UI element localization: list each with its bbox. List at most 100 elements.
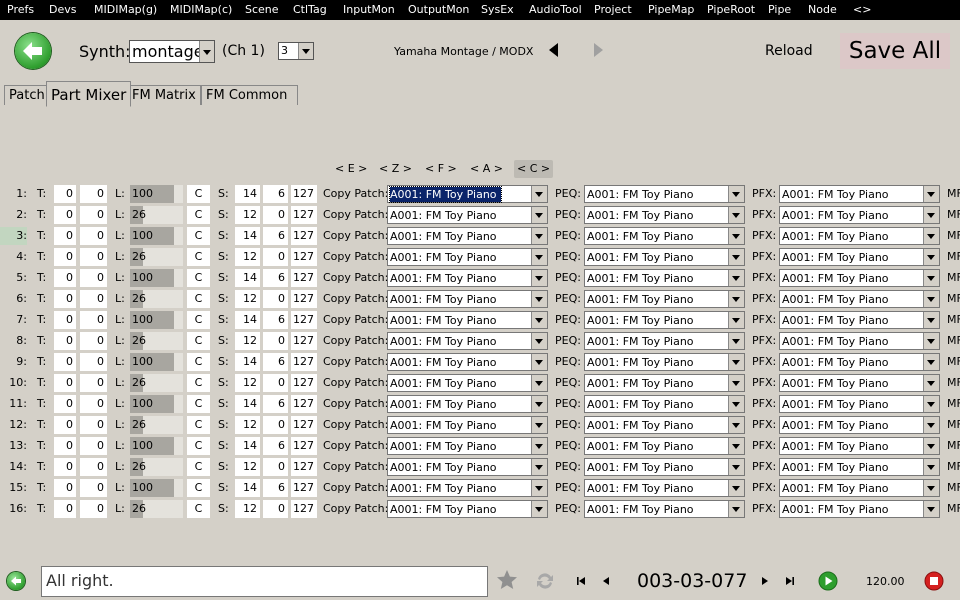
menu-item[interactable]: OutputMon (408, 0, 469, 20)
chevron-down-icon[interactable] (728, 270, 744, 286)
peq-select[interactable]: A001: FM Toy Piano (584, 479, 745, 497)
tune-fine-field[interactable]: 0 (80, 290, 107, 308)
level-slider[interactable]: 100 (130, 269, 183, 287)
skip-first-icon[interactable] (576, 576, 586, 589)
tab-part-mixer[interactable]: Part Mixer (46, 81, 132, 107)
send-1-field[interactable]: 12 (235, 374, 260, 392)
menu-item[interactable]: AudioTool (529, 0, 582, 20)
tune-coarse-field[interactable]: 0 (54, 206, 76, 224)
tune-coarse-field[interactable]: 0 (54, 290, 76, 308)
chevron-down-icon[interactable] (531, 186, 547, 202)
send-2-field[interactable]: 6 (263, 395, 288, 413)
pfx-select[interactable]: A001: FM Toy Piano (779, 269, 940, 287)
send-1-field[interactable]: 14 (235, 479, 260, 497)
send-1-field[interactable]: 14 (235, 269, 260, 287)
tune-fine-field[interactable]: 0 (80, 353, 107, 371)
menu-item[interactable]: InputMon (343, 0, 395, 20)
chevron-down-icon[interactable] (923, 417, 939, 433)
copy-patch-select[interactable]: A001: FM Toy Piano (387, 227, 548, 245)
send-3-field[interactable]: 127 (291, 500, 317, 518)
tune-fine-field[interactable]: 0 (80, 479, 107, 497)
copy-patch-select[interactable]: A001: FM Toy Piano (387, 479, 548, 497)
chevron-down-icon[interactable] (728, 375, 744, 391)
message-field[interactable]: All right. (41, 566, 488, 597)
copy-patch-select[interactable]: A001: FM Toy Piano (387, 185, 548, 203)
sync-icon[interactable] (534, 570, 556, 595)
tune-fine-field[interactable]: 0 (80, 206, 107, 224)
send-3-field[interactable]: 127 (291, 227, 317, 245)
channel-select[interactable]: 3 (278, 42, 314, 60)
chevron-down-icon[interactable] (531, 249, 547, 265)
level-slider[interactable]: 26 (130, 458, 183, 476)
pan-field[interactable]: C (187, 500, 210, 518)
send-3-field[interactable]: 127 (291, 479, 317, 497)
synth-select[interactable]: montage (129, 40, 215, 63)
copy-patch-select[interactable]: A001: FM Toy Piano (387, 269, 548, 287)
send-3-field[interactable]: 127 (291, 269, 317, 287)
send-2-field[interactable]: 6 (263, 185, 288, 203)
menu-item[interactable]: <> (853, 0, 871, 20)
pan-field[interactable]: C (187, 395, 210, 413)
level-slider[interactable]: 100 (130, 185, 183, 203)
peq-select[interactable]: A001: FM Toy Piano (584, 248, 745, 266)
pan-field[interactable]: C (187, 185, 210, 203)
pfx-select[interactable]: A001: FM Toy Piano (779, 458, 940, 476)
stop-icon[interactable] (924, 571, 944, 594)
send-3-field[interactable]: 127 (291, 416, 317, 434)
pan-field[interactable]: C (187, 311, 210, 329)
copy-patch-select[interactable]: A001: FM Toy Piano (387, 500, 548, 518)
prev-icon[interactable] (601, 576, 611, 589)
copy-patch-select[interactable]: A001: FM Toy Piano (387, 416, 548, 434)
send-1-field[interactable]: 14 (235, 227, 260, 245)
send-2-field[interactable]: 0 (263, 206, 288, 224)
send-2-field[interactable]: 6 (263, 353, 288, 371)
pfx-select[interactable]: A001: FM Toy Piano (779, 353, 940, 371)
peq-select[interactable]: A001: FM Toy Piano (584, 437, 745, 455)
tune-fine-field[interactable]: 0 (80, 374, 107, 392)
chevron-down-icon[interactable] (728, 333, 744, 349)
peq-select[interactable]: A001: FM Toy Piano (584, 458, 745, 476)
tune-coarse-field[interactable]: 0 (54, 479, 76, 497)
pfx-select[interactable]: A001: FM Toy Piano (779, 416, 940, 434)
next-synth-icon[interactable] (594, 43, 603, 57)
pfx-select[interactable]: A001: FM Toy Piano (779, 185, 940, 203)
pan-field[interactable]: C (187, 374, 210, 392)
chevron-down-icon[interactable] (531, 291, 547, 307)
send-3-field[interactable]: 127 (291, 332, 317, 350)
peq-select[interactable]: A001: FM Toy Piano (584, 311, 745, 329)
chevron-down-icon[interactable] (923, 207, 939, 223)
send-1-field[interactable]: 14 (235, 311, 260, 329)
chevron-down-icon[interactable] (728, 396, 744, 412)
send-2-field[interactable]: 0 (263, 290, 288, 308)
chevron-down-icon[interactable] (298, 43, 313, 59)
menu-item[interactable]: Devs (49, 0, 76, 20)
send-2-field[interactable]: 0 (263, 500, 288, 518)
copy-patch-select[interactable]: A001: FM Toy Piano (387, 458, 548, 476)
chevron-down-icon[interactable] (923, 354, 939, 370)
pfx-select[interactable]: A001: FM Toy Piano (779, 227, 940, 245)
menu-item[interactable]: MIDIMap(g) (94, 0, 157, 20)
chevron-down-icon[interactable] (923, 312, 939, 328)
tune-coarse-field[interactable]: 0 (54, 458, 76, 476)
pan-field[interactable]: C (187, 248, 210, 266)
menu-item[interactable]: Node (808, 0, 837, 20)
tune-coarse-field[interactable]: 0 (54, 416, 76, 434)
chevron-down-icon[interactable] (923, 270, 939, 286)
send-1-field[interactable]: 14 (235, 185, 260, 203)
send-3-field[interactable]: 127 (291, 374, 317, 392)
tune-fine-field[interactable]: 0 (80, 311, 107, 329)
tune-fine-field[interactable]: 0 (80, 458, 107, 476)
send-2-field[interactable]: 0 (263, 458, 288, 476)
tune-coarse-field[interactable]: 0 (54, 374, 76, 392)
send-2-field[interactable]: 0 (263, 374, 288, 392)
menu-item[interactable]: Prefs (7, 0, 34, 20)
send-3-field[interactable]: 127 (291, 290, 317, 308)
level-slider[interactable]: 100 (130, 311, 183, 329)
menu-item[interactable]: PipeMap (648, 0, 694, 20)
menu-item[interactable]: MIDIMap(c) (170, 0, 232, 20)
chevron-down-icon[interactable] (728, 186, 744, 202)
send-3-field[interactable]: 127 (291, 458, 317, 476)
menu-item[interactable]: SysEx (481, 0, 514, 20)
tab-fm-matrix[interactable]: FM Matrix (127, 85, 201, 105)
chevron-down-icon[interactable] (728, 501, 744, 517)
